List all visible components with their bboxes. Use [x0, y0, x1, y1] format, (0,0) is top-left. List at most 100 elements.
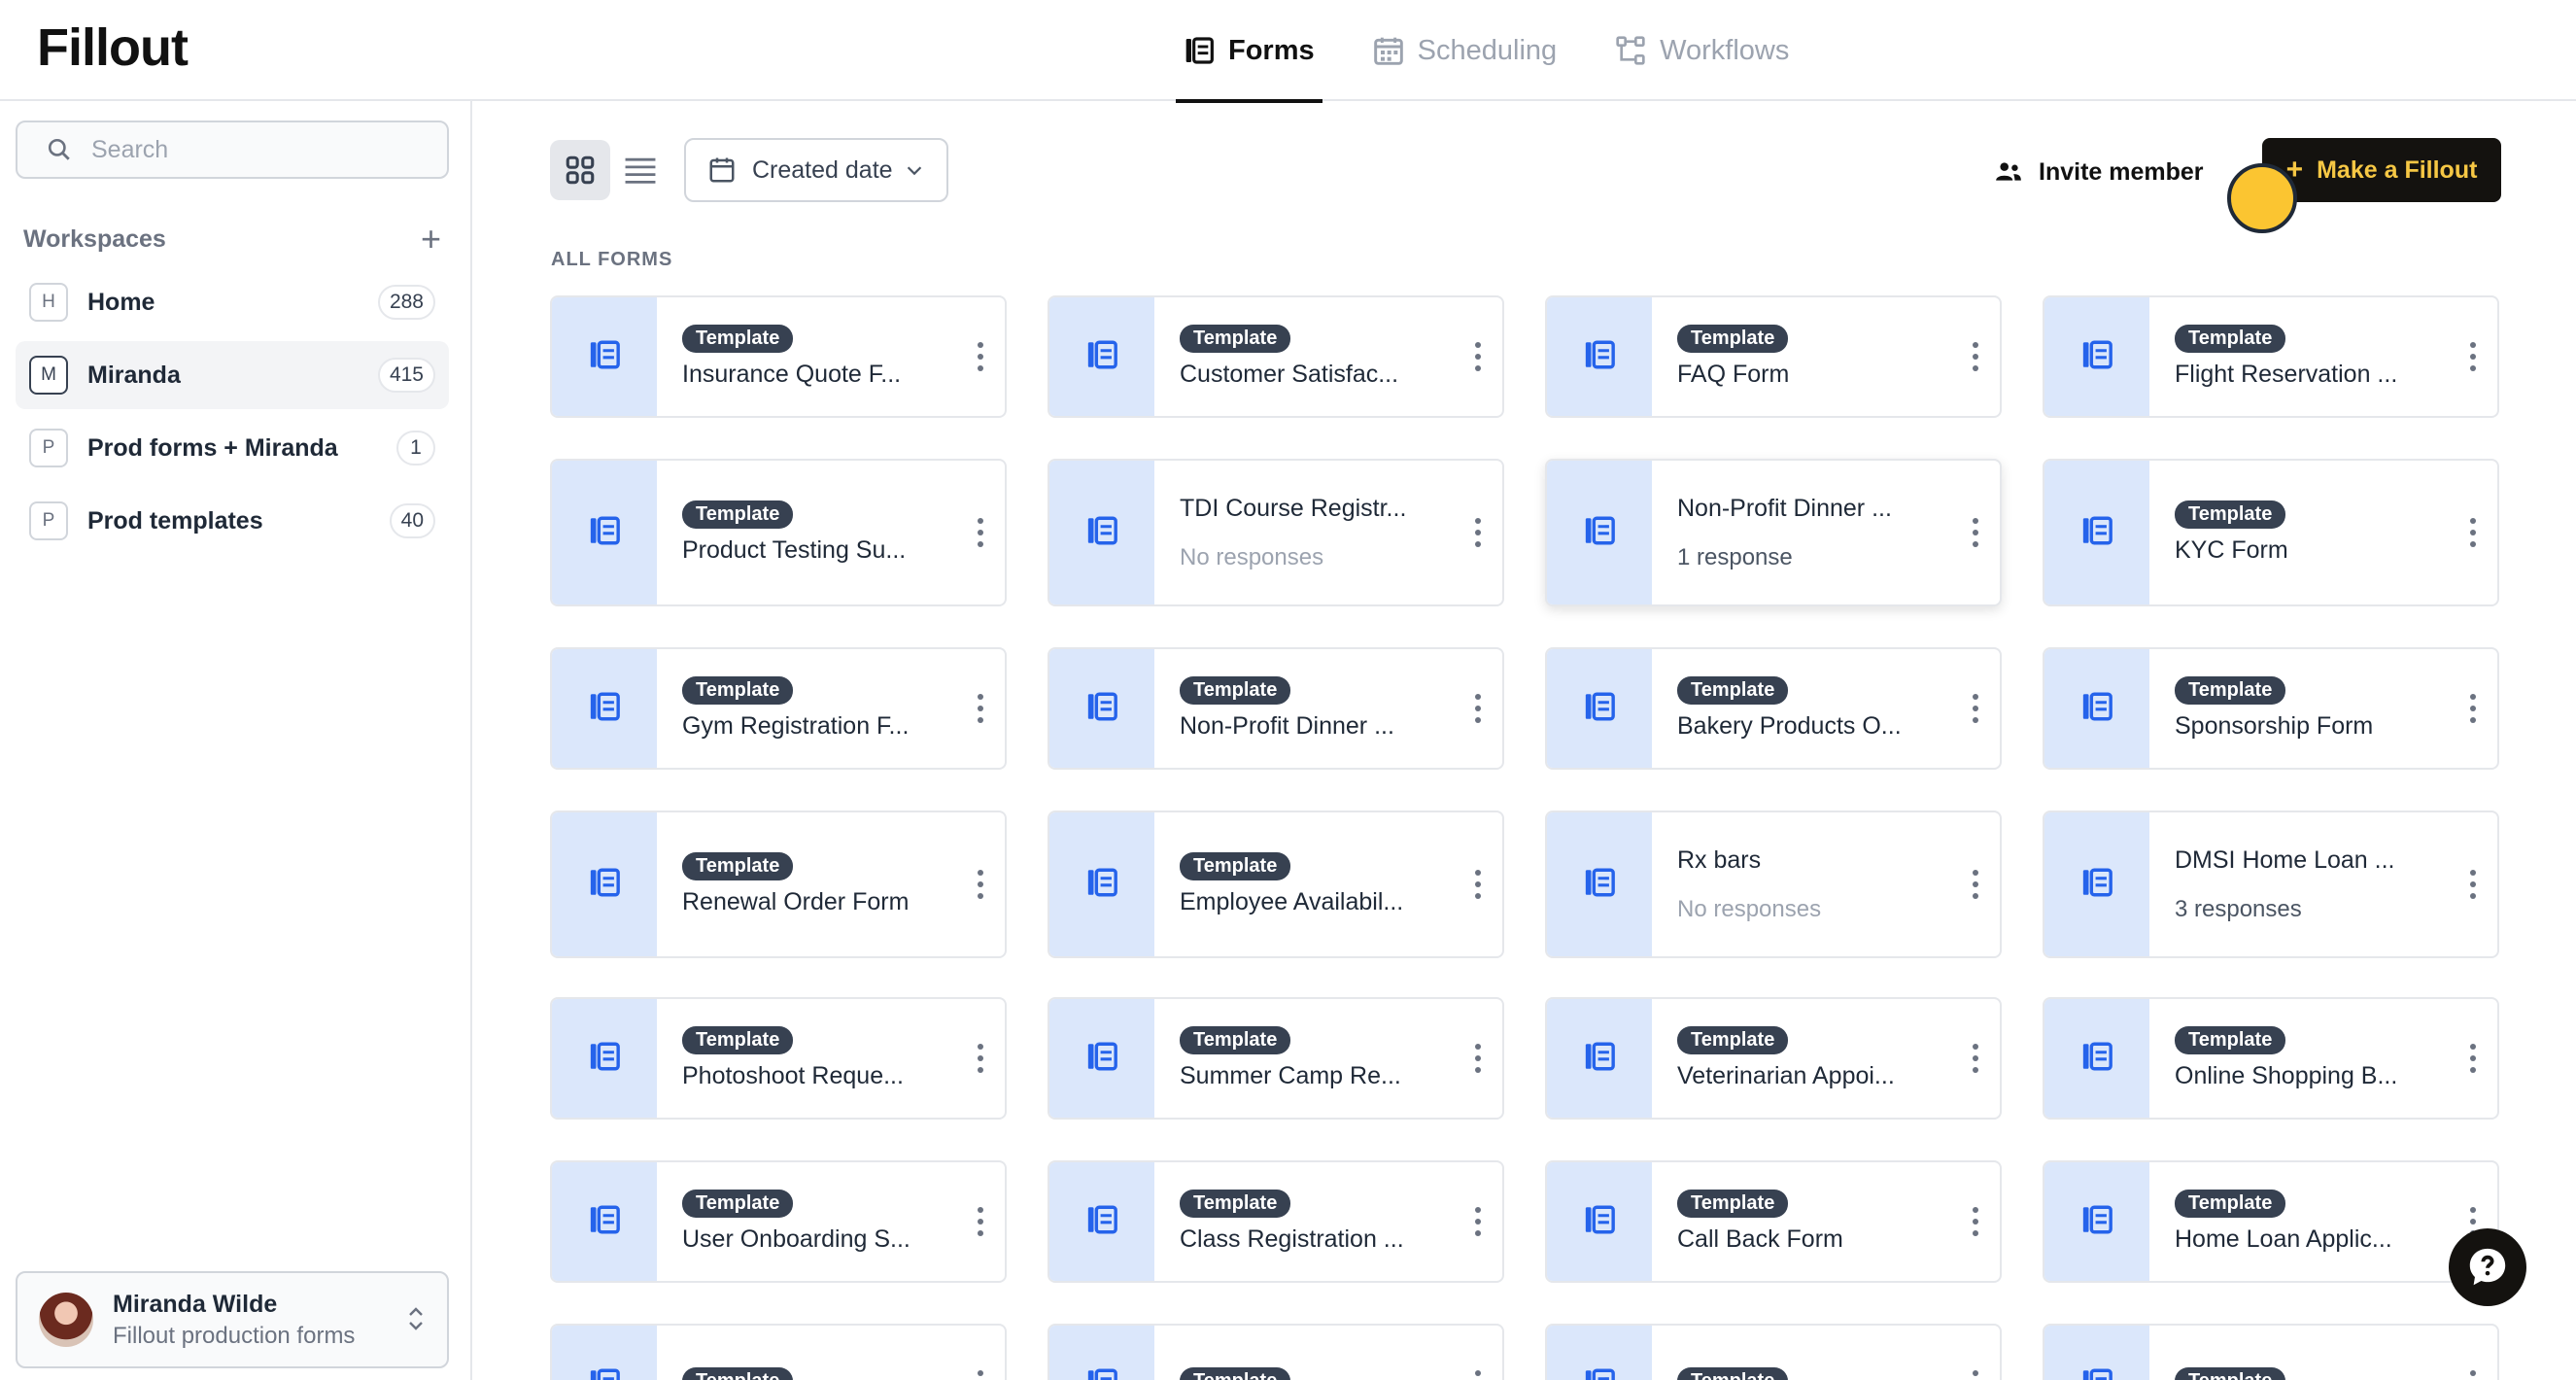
- form-menu-button[interactable]: [1454, 999, 1502, 1118]
- form-card[interactable]: Template: [1545, 1324, 2002, 1380]
- form-card[interactable]: Template FAQ Form: [1545, 295, 2002, 418]
- form-card[interactable]: Template KYC Form: [2043, 459, 2499, 606]
- tab-workflows[interactable]: Workflows: [1607, 0, 1797, 101]
- form-menu-button[interactable]: [2449, 1326, 2497, 1380]
- sidebar-item-workspace[interactable]: H Home 288: [16, 268, 449, 336]
- form-menu-button[interactable]: [1951, 1162, 2000, 1281]
- form-icon: [588, 1366, 621, 1380]
- form-menu-button[interactable]: [956, 1162, 1005, 1281]
- form-menu-button[interactable]: [1951, 999, 2000, 1118]
- form-card[interactable]: Template Customer Satisfac...: [1048, 295, 1504, 418]
- form-card[interactable]: Template Renewal Order Form: [550, 811, 1007, 958]
- form-response-count: 1 response: [1677, 543, 1793, 570]
- form-response-count: 3 responses: [2175, 895, 2302, 922]
- list-view-button[interactable]: [610, 140, 670, 200]
- sidebar-item-workspace[interactable]: P Prod templates 40: [16, 487, 449, 555]
- form-menu-button[interactable]: [1951, 297, 2000, 416]
- form-menu-button[interactable]: [2449, 297, 2497, 416]
- tab-scheduling[interactable]: Scheduling: [1365, 0, 1565, 101]
- user-info: Miranda Wilde Fillout production forms: [113, 1291, 406, 1350]
- form-title: Class Registration ...: [1180, 1225, 1404, 1253]
- chevron-down-icon: [907, 166, 922, 176]
- form-card-body: Template: [2149, 1326, 2449, 1380]
- sidebar-item-workspace[interactable]: P Prod forms + Miranda 1: [16, 414, 449, 482]
- form-menu-button[interactable]: [2449, 461, 2497, 604]
- form-card[interactable]: Template Bakery Products O...: [1545, 647, 2002, 770]
- form-card[interactable]: Template Online Shopping B...: [2043, 997, 2499, 1120]
- form-title: Sponsorship Form: [2175, 712, 2374, 740]
- sort-dropdown[interactable]: Created date: [684, 138, 948, 202]
- search-icon: [48, 138, 70, 160]
- sidebar-item-workspace[interactable]: M Miranda 415: [16, 341, 449, 409]
- form-card-body: Template: [1154, 1326, 1454, 1380]
- form-card[interactable]: Template Home Loan Applic...: [2043, 1160, 2499, 1283]
- more-vertical-icon: [2470, 339, 2476, 374]
- form-menu-button[interactable]: [2449, 999, 2497, 1118]
- form-card[interactable]: Template Non-Profit Dinner ...: [1048, 647, 1504, 770]
- form-card[interactable]: Template Insurance Quote F...: [550, 295, 1007, 418]
- form-menu-button[interactable]: [1951, 461, 2000, 604]
- tab-forms[interactable]: Forms: [1176, 0, 1322, 103]
- form-card-body: Template Bakery Products O...: [1652, 649, 1951, 768]
- more-vertical-icon: [978, 691, 983, 726]
- form-menu-button[interactable]: [956, 1326, 1005, 1380]
- form-thumbnail: [552, 297, 657, 416]
- form-menu-button[interactable]: [1454, 812, 1502, 956]
- template-badge: Template: [2175, 1190, 2286, 1218]
- template-badge: Template: [1180, 325, 1291, 353]
- form-card[interactable]: Template Class Registration ...: [1048, 1160, 1504, 1283]
- form-card[interactable]: Template Product Testing Su...: [550, 459, 1007, 606]
- help-chat-button[interactable]: [2449, 1228, 2526, 1306]
- form-card[interactable]: Template Flight Reservation ...: [2043, 295, 2499, 418]
- form-card[interactable]: Template Summer Camp Re...: [1048, 997, 1504, 1120]
- template-badge: Template: [1677, 1366, 1789, 1380]
- add-workspace-button[interactable]: +: [421, 222, 441, 257]
- form-menu-button[interactable]: [2449, 649, 2497, 768]
- form-card-body: Template Flight Reservation ...: [2149, 297, 2449, 416]
- more-vertical-icon: [1475, 1204, 1481, 1239]
- form-card[interactable]: DMSI Home Loan ... 3 responses: [2043, 811, 2499, 958]
- form-card-body: Template Employee Availabil...: [1154, 812, 1454, 956]
- form-card[interactable]: Template: [550, 1324, 1007, 1380]
- more-vertical-icon: [1475, 339, 1481, 374]
- form-menu-button[interactable]: [956, 649, 1005, 768]
- form-menu-button[interactable]: [2449, 812, 2497, 956]
- form-menu-button[interactable]: [1454, 649, 1502, 768]
- form-card[interactable]: TDI Course Registr... No responses: [1048, 459, 1504, 606]
- form-menu-button[interactable]: [1454, 461, 1502, 604]
- form-menu-button[interactable]: [956, 461, 1005, 604]
- form-card[interactable]: Template Sponsorship Form: [2043, 647, 2499, 770]
- user-account-switcher[interactable]: Miranda Wilde Fillout production forms: [16, 1271, 449, 1368]
- form-menu-button[interactable]: [1951, 649, 2000, 768]
- form-card[interactable]: Template Call Back Form: [1545, 1160, 2002, 1283]
- form-card[interactable]: Template Photoshoot Reque...: [550, 997, 1007, 1120]
- more-vertical-icon: [1973, 867, 1978, 902]
- make-a-fillout-button[interactable]: + Make a Fillout: [2262, 138, 2501, 202]
- form-menu-button[interactable]: [956, 812, 1005, 956]
- form-card[interactable]: Non-Profit Dinner ... 1 response: [1545, 459, 2002, 606]
- grid-view-button[interactable]: [550, 140, 610, 200]
- form-menu-button[interactable]: [1454, 1162, 1502, 1281]
- form-menu-button[interactable]: [1951, 812, 2000, 956]
- form-menu-button[interactable]: [1454, 1326, 1502, 1380]
- form-card[interactable]: Template Employee Availabil...: [1048, 811, 1504, 958]
- form-card[interactable]: Template: [1048, 1324, 1504, 1380]
- form-title: TDI Course Registr...: [1180, 494, 1407, 522]
- form-card[interactable]: Template Gym Registration F...: [550, 647, 1007, 770]
- workspace-name: Home: [87, 288, 155, 316]
- form-card[interactable]: Template Veterinarian Appoi...: [1545, 997, 2002, 1120]
- search-box[interactable]: [16, 121, 449, 179]
- form-menu-button[interactable]: [956, 999, 1005, 1118]
- fillout-logo[interactable]: Fillout: [37, 17, 189, 78]
- tab-forms-label: Forms: [1228, 34, 1315, 66]
- form-menu-button[interactable]: [1951, 1326, 2000, 1380]
- form-card[interactable]: Template User Onboarding S...: [550, 1160, 1007, 1283]
- cursor-indicator: [2227, 163, 2297, 233]
- form-card[interactable]: Template: [2043, 1324, 2499, 1380]
- search-input[interactable]: [91, 135, 422, 164]
- form-menu-button[interactable]: [1454, 297, 1502, 416]
- form-card[interactable]: Rx bars No responses: [1545, 811, 2002, 958]
- form-menu-button[interactable]: [956, 297, 1005, 416]
- invite-member-button[interactable]: Invite member: [1994, 148, 2204, 196]
- form-thumbnail: [552, 999, 657, 1118]
